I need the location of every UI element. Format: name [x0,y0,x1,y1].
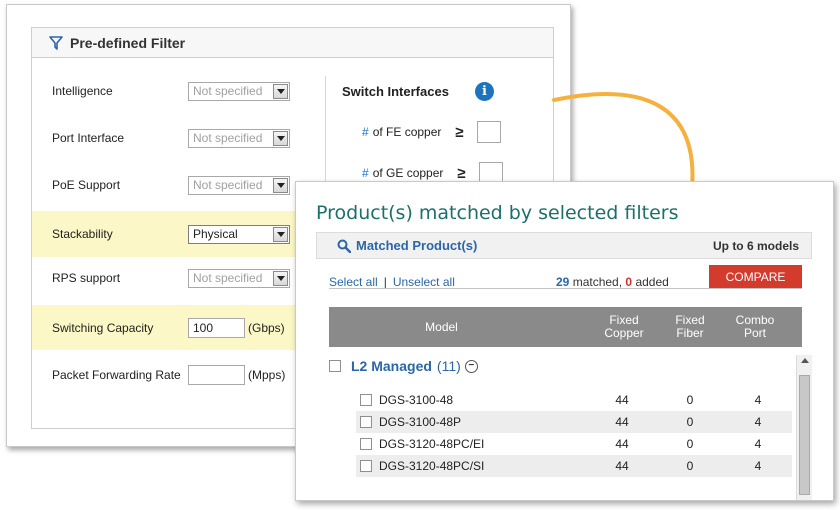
filter-header: Pre-defined Filter [31,27,554,58]
poe-support-select[interactable]: Not specified [188,175,290,195]
combo-port-value: 4 [754,415,762,429]
filter-label: Switching Capacity [52,320,154,335]
greater-equal-icon: ≥ [457,164,466,182]
fixed-copper-value: 44 [615,459,629,473]
filter-row-switching-capacity: Switching Capacity 100 (Gbps) [32,305,302,350]
table-row: DGS-3120-48PC/EI 44 0 4 [356,433,792,455]
table-row: DGS-3120-48PC/SI 44 0 4 [356,455,792,477]
col-model[interactable]: Model [329,307,554,347]
collapse-icon[interactable]: − [464,359,478,373]
fe-copper-input[interactable] [477,121,502,143]
filter-row-port-interface: Port Interface Not specified [32,118,302,158]
info-icon[interactable]: i [474,82,494,101]
match-counts: 29 matched, 0 added [556,275,669,289]
model-name: DGS-3100-48 [379,393,454,407]
model-name: DGS-3120-48PC/EI [379,437,485,451]
filter-label: Stackability [52,227,113,241]
group-count: (11) [436,358,461,374]
matched-products-panel: Product(s) matched by selected filters M… [295,181,834,501]
filter-row-intelligence: Intelligence Not specified [32,71,302,111]
divider [329,288,802,289]
dropdown-arrow-icon[interactable] [273,177,288,193]
model-name: DGS-3120-48PC/SI [379,459,485,473]
dropdown-arrow-icon[interactable] [273,83,288,99]
compare-button[interactable]: COMPARE [709,265,802,288]
select-all-link[interactable]: Select all [329,275,378,289]
rps-support-select[interactable]: Not specified [188,268,290,288]
matched-header: Matched Product(s) Up to 6 models [316,232,812,259]
greater-equal-icon: ≥ [455,123,464,141]
filter-title: Pre-defined Filter [70,34,186,51]
selection-links: Select all | Unselect all [329,275,455,289]
combo-port-value: 4 [754,459,762,473]
group-name[interactable]: L2 Managed [351,358,432,374]
switch-interfaces-heading: Switch Interfaces i [342,82,494,101]
filter-row-rps-support: RPS support Not specified [32,258,302,298]
table-row: DGS-3100-48P 44 0 4 [356,411,792,433]
fixed-fiber-value: 0 [686,393,694,407]
filter-row-stackability: Stackability Physical [32,211,302,257]
filter-row-poe-support: PoE Support Not specified [32,165,302,205]
filter-row-packet-forwarding: Packet Forwarding Rate (Mpps) [32,355,302,395]
port-interface-select[interactable]: Not specified [188,128,290,148]
fixed-fiber-value: 0 [686,459,694,473]
combo-port-value: 4 [754,437,762,451]
table-scrollbar[interactable] [796,355,812,500]
filter-label: PoE Support [52,178,121,192]
fixed-fiber-value: 0 [686,437,694,451]
matched-title: Product(s) matched by selected filters [316,202,679,224]
scroll-thumb[interactable] [799,375,810,495]
filter-label: Packet Forwarding Rate [52,368,181,382]
col-fixed-copper[interactable]: Fixed Copper [589,307,659,347]
dropdown-arrow-icon[interactable] [273,226,288,242]
row-checkbox[interactable] [360,394,372,406]
unit-label: (Mpps) [248,368,286,382]
dropdown-arrow-icon[interactable] [273,270,288,286]
switching-capacity-input[interactable]: 100 [188,317,245,338]
search-icon [337,239,351,253]
packet-forwarding-input[interactable] [188,365,245,385]
up-to-models-label: Up to 6 models [712,238,799,253]
table-row: DGS-3100-48 44 0 4 [356,389,792,411]
table-header: Model Fixed Copper Fixed Fiber Combo Por… [329,307,802,347]
model-name: DGS-3100-48P [379,415,462,429]
fixed-copper-value: 44 [615,393,629,407]
funnel-icon [49,35,63,50]
scroll-up-icon[interactable] [801,358,809,363]
col-fixed-fiber[interactable]: Fixed Fiber [664,307,716,347]
unselect-all-link[interactable]: Unselect all [393,275,455,289]
matched-count: 29 [556,275,570,289]
stackability-select[interactable]: Physical [188,224,290,244]
intelligence-select[interactable]: Not specified [188,81,290,101]
dropdown-arrow-icon[interactable] [273,130,288,146]
combo-port-value: 4 [754,393,762,407]
row-checkbox[interactable] [360,416,372,428]
row-checkbox[interactable] [360,438,372,450]
fixed-copper-value: 44 [615,437,629,451]
filter-label: Port Interface [52,131,125,145]
col-combo-port[interactable]: Combo Port [724,307,786,347]
added-count: 0 [625,275,633,289]
row-checkbox[interactable] [360,460,372,472]
filter-label: RPS support [52,271,121,285]
filter-label: Intelligence [52,84,113,98]
fixed-fiber-value: 0 [686,415,694,429]
fixed-copper-value: 44 [615,415,629,429]
group-checkbox[interactable] [329,360,341,372]
unit-label: (Gbps) [248,320,285,335]
group-l2-managed: L2 Managed (11) − [329,358,478,374]
fe-copper-row: # of FE copper ≥ [362,121,502,143]
